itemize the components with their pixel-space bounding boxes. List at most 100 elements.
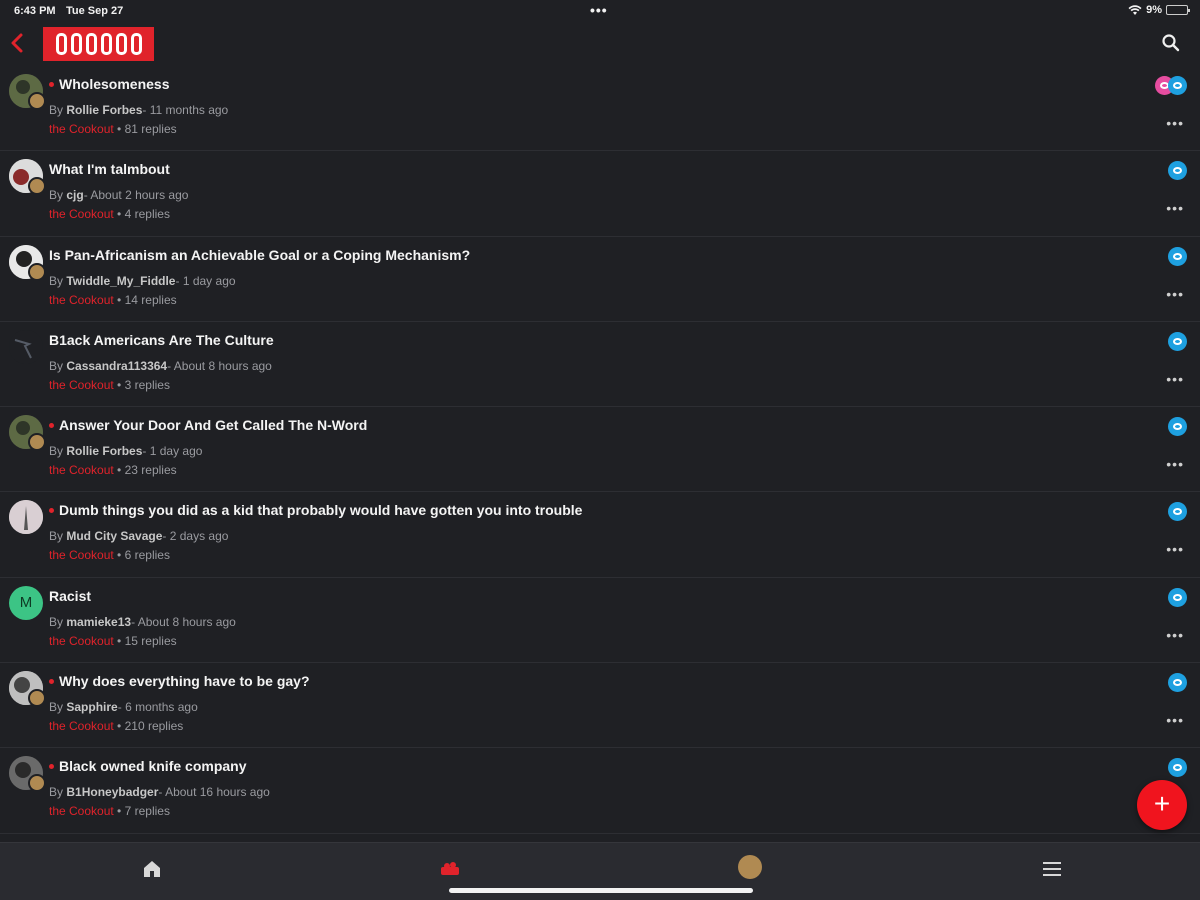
more-options-button[interactable]: ••• — [1166, 456, 1184, 472]
topic-title[interactable]: What I'm talmbout — [49, 161, 170, 177]
topic-title-text: B1ack Americans Are The Culture — [49, 331, 274, 348]
watching-icon[interactable] — [1168, 502, 1187, 522]
avatar[interactable]: M — [9, 585, 43, 620]
reply-count: 23 replies — [124, 463, 177, 478]
topic-row[interactable]: Dumb things you did as a kid that probab… — [0, 492, 1200, 578]
topic-title-text: What I'm talmbout — [49, 161, 170, 178]
multitasking-dots[interactable]: ••• — [590, 2, 608, 18]
avatar[interactable] — [9, 500, 43, 535]
meta-dot: • — [113, 292, 125, 307]
watching-icon[interactable] — [1168, 417, 1187, 437]
category-link[interactable]: the Cookout — [49, 293, 114, 307]
home-indicator[interactable] — [449, 888, 753, 893]
watching-icon[interactable] — [1168, 246, 1187, 266]
topic-row[interactable]: Is Pan-Africanism an Achievable Goal or … — [0, 237, 1200, 322]
more-options-button[interactable]: ••• — [1166, 115, 1184, 131]
reply-count: 14 replies — [124, 292, 177, 307]
watching-icon[interactable] — [1168, 758, 1187, 778]
logo-glyph — [130, 33, 142, 55]
topic-row[interactable]: Black owned knife company By B1Honeybadg… — [0, 748, 1200, 834]
topic-category-line: the Cookout • 210 replies — [49, 719, 183, 733]
watching-icon[interactable] — [1168, 587, 1187, 607]
unread-dot — [49, 678, 54, 684]
topic-row[interactable]: M Racist By mamieke13- About 8 hours ago… — [0, 578, 1200, 664]
category-link[interactable]: the Cookout — [49, 122, 114, 136]
more-options-button[interactable]: ••• — [1166, 371, 1184, 387]
meta-sep: - — [131, 614, 138, 629]
topic-title[interactable]: Black owned knife company — [49, 758, 247, 774]
topic-title[interactable]: Wholesomeness — [49, 76, 169, 92]
author-name[interactable]: Rollie Forbes — [66, 444, 142, 458]
topic-row[interactable]: What I'm talmbout By cjg- About 2 hours … — [0, 151, 1200, 237]
topic-category-line: the Cookout • 7 replies — [49, 804, 170, 818]
author-name[interactable]: mamieke13 — [66, 615, 131, 629]
topic-row[interactable]: Wholesomeness By Rollie Forbes- 11 month… — [0, 66, 1200, 152]
status-date: Tue Sep 27 — [66, 5, 124, 17]
avatar-badge — [28, 689, 46, 708]
topic-row[interactable]: B1ack Americans Are The Culture By Cassa… — [0, 322, 1200, 408]
tab-community[interactable] — [438, 857, 462, 881]
topic-title[interactable]: Is Pan-Africanism an Achievable Goal or … — [49, 247, 470, 263]
meta-dot: • — [113, 122, 125, 136]
community-icon — [441, 862, 459, 875]
unread-dot — [49, 763, 54, 769]
category-link[interactable]: the Cookout — [49, 634, 114, 648]
topic-age: 11 months ago — [149, 103, 229, 117]
category-link[interactable]: the Cookout — [49, 463, 114, 477]
watching-icon[interactable] — [1168, 161, 1187, 181]
author-name[interactable]: Twiddle_My_Fiddle — [66, 274, 175, 288]
topic-title[interactable]: B1ack Americans Are The Culture — [49, 332, 274, 348]
topic-list: Wholesomeness By Rollie Forbes- 11 month… — [0, 66, 1200, 834]
author-name[interactable]: cjg — [66, 188, 83, 202]
author-name[interactable]: Cassandra113364 — [66, 359, 167, 373]
meta-dot: • — [113, 548, 125, 563]
battery-icon — [1166, 5, 1190, 15]
reply-count: 4 replies — [124, 207, 170, 222]
topic-row[interactable]: Why does everything have to be gay? By S… — [0, 663, 1200, 749]
watching-icon[interactable] — [1168, 331, 1187, 351]
back-button[interactable] — [8, 30, 32, 58]
category-link[interactable]: the Cookout — [49, 378, 114, 392]
more-options-button[interactable]: ••• — [1166, 200, 1184, 216]
topic-meta: By B1Honeybadger- About 16 hours ago — [49, 785, 270, 799]
logo-glyph — [70, 33, 82, 55]
topic-category-line: the Cookout • 23 replies — [49, 463, 177, 477]
topic-title[interactable]: Why does everything have to be gay? — [49, 673, 310, 689]
topic-row[interactable]: Answer Your Door And Get Called The N-Wo… — [0, 407, 1200, 493]
more-options-button[interactable]: ••• — [1166, 627, 1184, 643]
category-link[interactable]: the Cookout — [49, 207, 114, 221]
more-options-button[interactable]: ••• — [1166, 286, 1184, 302]
community-logo[interactable] — [43, 27, 154, 61]
author-name[interactable]: B1Honeybadger — [66, 785, 158, 799]
topic-title[interactable]: Dumb things you did as a kid that probab… — [49, 502, 582, 518]
author-name[interactable]: Sapphire — [66, 700, 117, 714]
avatar-badge — [28, 262, 46, 281]
category-link[interactable]: the Cookout — [49, 548, 114, 562]
topic-meta: By Cassandra113364- About 8 hours ago — [49, 359, 272, 373]
category-link[interactable]: the Cookout — [49, 719, 114, 733]
topic-title[interactable]: Answer Your Door And Get Called The N-Wo… — [49, 417, 367, 433]
watching-icon[interactable] — [1168, 76, 1187, 95]
author-name[interactable]: Mud City Savage — [66, 529, 162, 543]
watching-icon[interactable] — [1168, 673, 1187, 693]
topic-age: 2 days ago — [169, 529, 229, 544]
more-options-button[interactable]: ••• — [1166, 712, 1184, 728]
header — [0, 24, 1200, 64]
meta-sep: - — [142, 103, 150, 117]
tab-home[interactable] — [140, 857, 164, 881]
category-link[interactable]: the Cookout — [49, 804, 114, 818]
topic-title-text: Dumb things you did as a kid that probab… — [59, 502, 583, 519]
meta-sep: - — [162, 529, 170, 544]
search-button[interactable] — [1160, 32, 1182, 54]
meta-sep: - — [142, 444, 150, 459]
author-name[interactable]: Rollie Forbes — [66, 103, 142, 117]
more-options-button[interactable]: ••• — [1166, 541, 1184, 557]
new-topic-button[interactable]: + — [1137, 780, 1187, 830]
reply-count: 210 replies — [124, 719, 184, 734]
topic-title[interactable]: Racist — [49, 588, 91, 604]
avatar[interactable] — [738, 855, 762, 879]
avatar[interactable] — [9, 329, 43, 364]
tab-menu[interactable] — [1040, 857, 1064, 881]
logo-glyph — [85, 33, 97, 55]
avatar-badge — [28, 433, 46, 452]
